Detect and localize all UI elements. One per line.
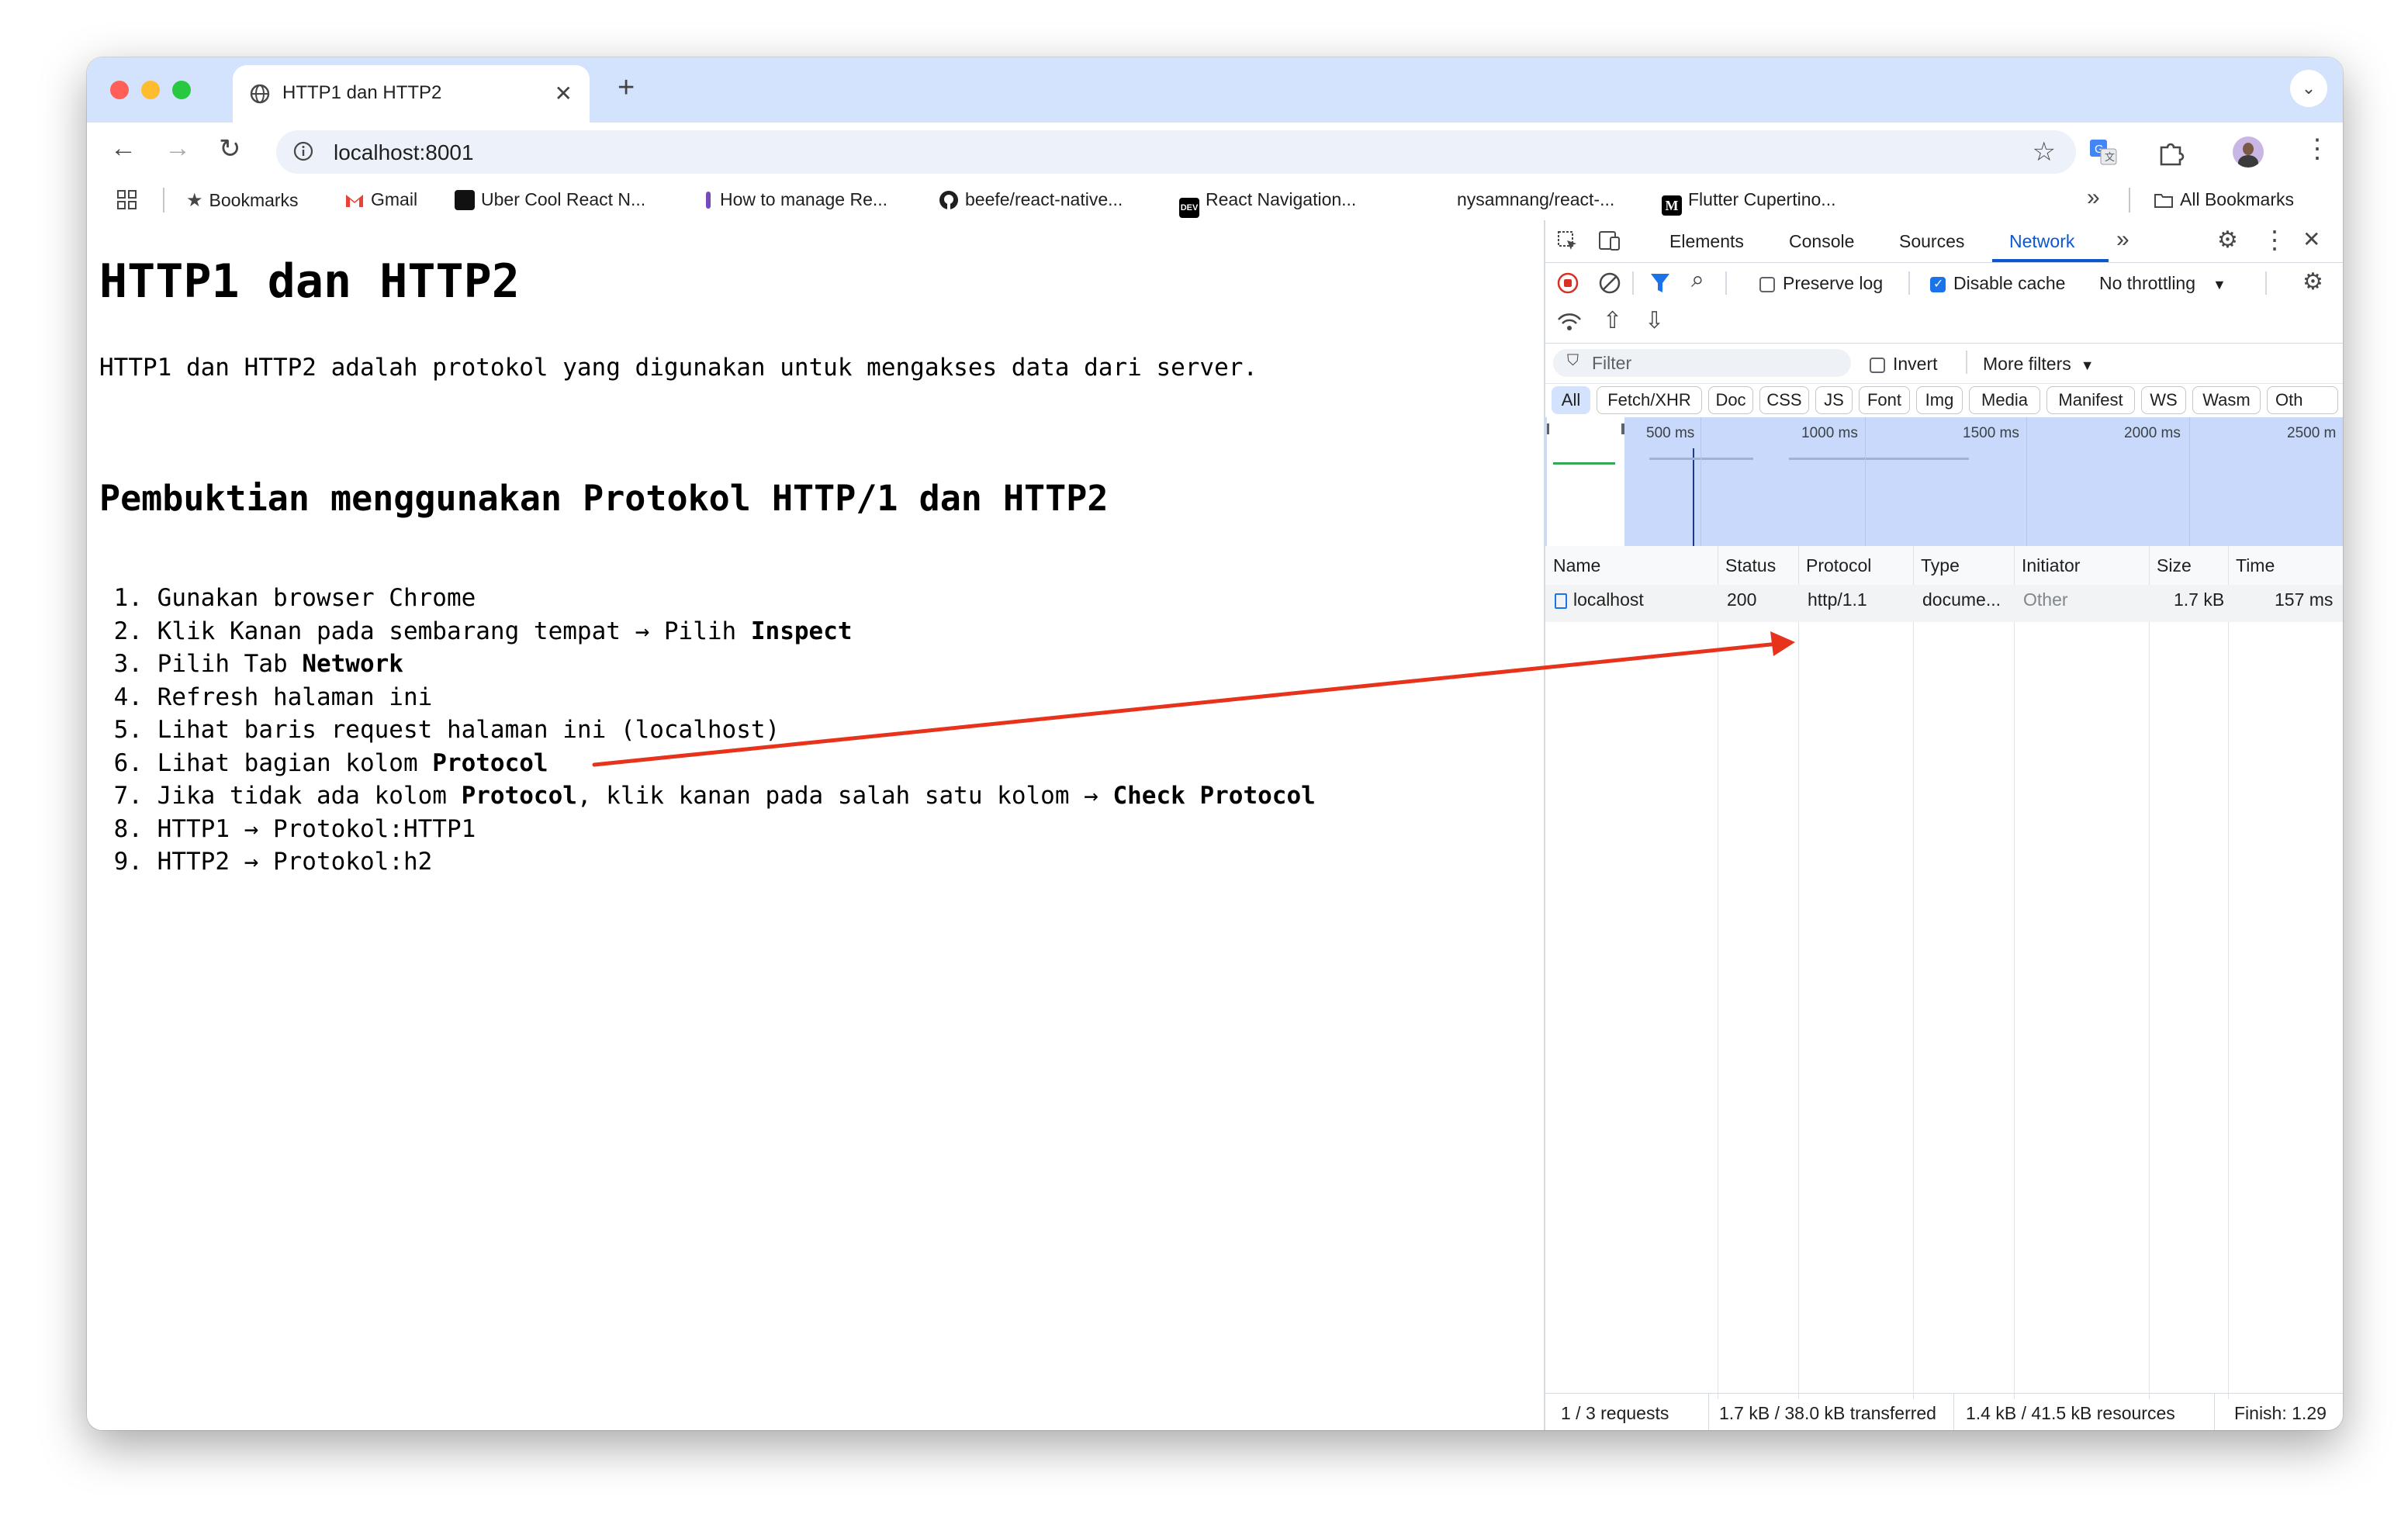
annotation-arrow [592,631,1795,767]
browser-window: HTTP1 dan HTTP2 ✕ + ⌄ ← → ↻ localhost:80… [87,57,2343,1430]
